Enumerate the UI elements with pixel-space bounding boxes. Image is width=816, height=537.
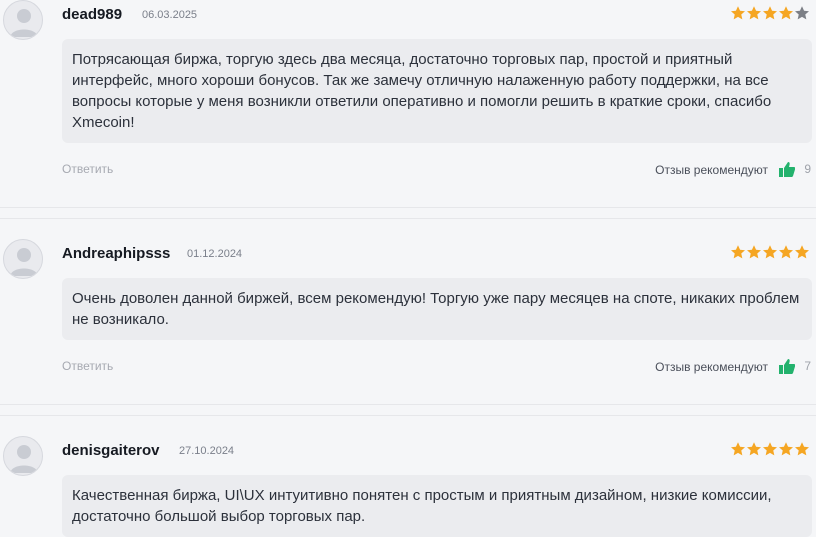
review-text: Качественная биржа, UI\UX интуитивно пон…	[62, 475, 812, 537]
likes-count: 7	[804, 359, 811, 373]
rating-stars	[730, 5, 810, 21]
star-icon	[795, 442, 809, 456]
likes-count: 9	[804, 162, 811, 176]
reply-link[interactable]: Ответить	[62, 359, 113, 373]
user-avatar-icon[interactable]	[3, 239, 43, 279]
star-icon	[763, 245, 777, 259]
star-icon	[795, 245, 809, 259]
review-text: Потрясающая биржа, торгую здесь два меся…	[62, 39, 812, 143]
username[interactable]: dead989	[62, 6, 122, 23]
username[interactable]: Andreaphipsss	[62, 245, 170, 262]
star-icon	[763, 6, 777, 20]
rating-stars	[730, 244, 810, 260]
star-icon	[731, 245, 745, 259]
recommend-label: Отзыв рекомендуют	[655, 360, 768, 374]
rating-stars	[730, 441, 810, 457]
star-icon	[763, 442, 777, 456]
star-icon	[747, 245, 761, 259]
star-icon	[795, 6, 809, 20]
thumbs-up-icon[interactable]	[779, 358, 795, 374]
thumbs-up-icon[interactable]	[779, 161, 795, 177]
user-avatar-icon[interactable]	[3, 436, 43, 476]
review-text: Очень доволен данной биржей, всем рекоме…	[62, 278, 812, 340]
divider	[0, 415, 816, 416]
star-icon	[779, 442, 793, 456]
star-icon	[731, 442, 745, 456]
divider	[0, 404, 816, 405]
review-date: 01.12.2024	[187, 248, 243, 260]
recommend-label: Отзыв рекомендуют	[655, 163, 768, 177]
reply-link[interactable]: Ответить	[62, 162, 113, 176]
star-icon	[731, 6, 745, 20]
divider	[0, 207, 816, 208]
username[interactable]: denisgaiterov	[62, 442, 160, 459]
user-avatar-icon[interactable]	[3, 0, 43, 40]
star-icon	[747, 6, 761, 20]
review-date: 06.03.2025	[142, 9, 198, 21]
divider	[0, 218, 816, 219]
star-icon	[779, 6, 793, 20]
star-icon	[779, 245, 793, 259]
review-date: 27.10.2024	[179, 445, 235, 457]
star-icon	[747, 442, 761, 456]
